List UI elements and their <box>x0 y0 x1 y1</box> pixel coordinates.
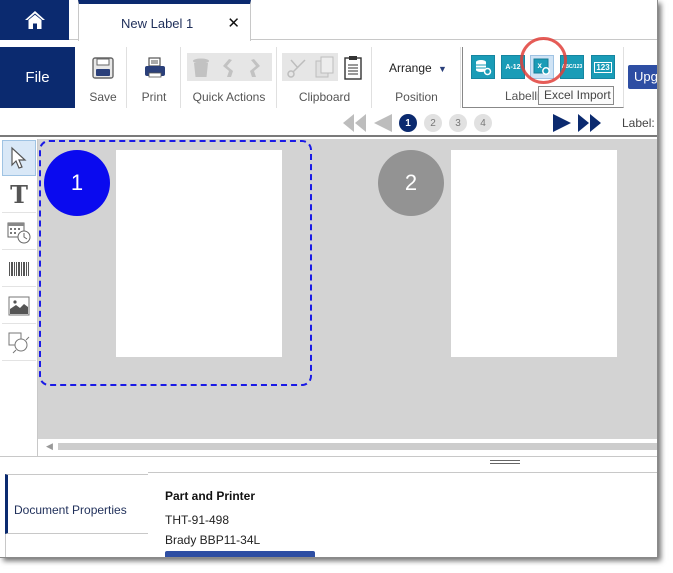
part-and-printer-heading: Part and Printer <box>165 489 256 503</box>
clipboard-group: Clipboard <box>278 47 372 108</box>
quick-actions-label: Quick Actions <box>192 90 266 104</box>
page-3-button[interactable]: 3 <box>449 114 467 132</box>
part-number: THT-91-498 <box>165 513 230 527</box>
caret-down-icon: ▼ <box>438 64 447 74</box>
page-4-button[interactable]: 4 <box>474 114 492 132</box>
label-2-badge: 2 <box>378 150 444 216</box>
next-page-icon[interactable] <box>551 113 573 133</box>
change-part-printer-button[interactable] <box>165 551 315 557</box>
last-page-icon[interactable] <box>577 113 603 133</box>
splitter-grip-handle[interactable] <box>490 460 520 464</box>
title-tab-row: New Label 1 ✕ <box>0 0 657 41</box>
upgrade-button[interactable]: Upg <box>628 65 657 89</box>
side-tab-area <box>5 534 148 557</box>
scroll-left-icon[interactable]: ◀ <box>46 441 53 452</box>
database-icon <box>476 60 492 76</box>
number-icon: 123 <box>594 61 612 73</box>
panel-splitter <box>0 456 657 470</box>
label-1-badge: 1 <box>44 150 110 216</box>
clipboard-label: Clipboard <box>298 90 351 104</box>
sequence-icon: A-12 <box>505 63 521 71</box>
home-icon <box>24 11 45 29</box>
printer-icon <box>140 53 170 83</box>
undo-icon[interactable] <box>213 53 243 83</box>
tool-date-time[interactable] <box>2 214 36 250</box>
arrange-dropdown[interactable]: Arrange ▼ <box>389 61 447 75</box>
page-1-button[interactable]: 1 <box>399 114 417 132</box>
image-icon <box>8 296 30 315</box>
app-window: New Label 1 ✕ File Save Print Quick Acti… <box>0 0 658 558</box>
label-pager: 1 2 3 4 Label: <box>0 108 657 137</box>
tooltip-excel-import: Excel Import <box>538 86 614 105</box>
scrollbar-thumb[interactable] <box>58 443 657 450</box>
panel-divider <box>148 472 657 473</box>
tool-shapes[interactable] <box>2 325 36 361</box>
save-icon <box>88 53 118 83</box>
highlight-circle <box>520 37 567 84</box>
label-canvas: 1 2 <box>38 139 657 439</box>
print-button[interactable]: Print <box>128 47 181 108</box>
shapes-icon <box>8 332 30 353</box>
document-properties-label: Document Properties <box>14 503 127 517</box>
text-icon: T <box>10 180 28 209</box>
save-button[interactable]: Save <box>80 47 127 108</box>
tab-new-label-1[interactable]: New Label 1 ✕ <box>78 0 251 41</box>
printer-name: Brady BBP11-34L <box>165 533 261 547</box>
properties-panel: Document Properties Part and Printer THT… <box>0 470 657 557</box>
position-label: Position <box>395 90 438 104</box>
tools-sidebar: T <box>0 139 38 456</box>
number-button[interactable]: 123 <box>591 55 615 79</box>
label-1-page[interactable] <box>116 150 282 357</box>
close-tab-icon[interactable]: ✕ <box>227 14 240 32</box>
position-group: Arrange ▼ Position <box>373 47 461 108</box>
page-2-button[interactable]: 2 <box>424 114 442 132</box>
calendar-clock-icon <box>7 222 31 243</box>
barcode-icon <box>9 261 29 276</box>
previous-page-icon[interactable] <box>372 113 394 133</box>
delete-icon[interactable] <box>186 53 216 83</box>
copy-icon[interactable] <box>310 53 340 83</box>
label-field-caption: Label: <box>622 116 655 130</box>
tool-barcode[interactable] <box>2 251 36 287</box>
horizontal-scrollbar[interactable]: ◀ <box>38 439 657 455</box>
tab-label: New Label 1 <box>121 16 194 31</box>
tool-text[interactable]: T <box>2 177 36 213</box>
print-label: Print <box>141 90 167 104</box>
label-2-page[interactable] <box>451 150 617 357</box>
paste-icon[interactable] <box>338 53 368 83</box>
arrange-label: Arrange <box>389 61 432 75</box>
redo-icon[interactable] <box>240 53 270 83</box>
cut-icon[interactable] <box>282 53 312 83</box>
tool-select[interactable] <box>2 140 36 176</box>
save-label: Save <box>89 90 117 104</box>
tool-picture[interactable] <box>2 288 36 324</box>
home-button[interactable] <box>0 0 69 40</box>
file-button[interactable]: File <box>0 47 75 108</box>
first-page-icon[interactable] <box>342 113 368 133</box>
database-button[interactable] <box>471 55 495 79</box>
quick-actions-group: Quick Actions <box>182 47 277 108</box>
tab-document-properties[interactable]: Document Properties <box>5 474 148 534</box>
pointer-icon <box>11 146 27 169</box>
